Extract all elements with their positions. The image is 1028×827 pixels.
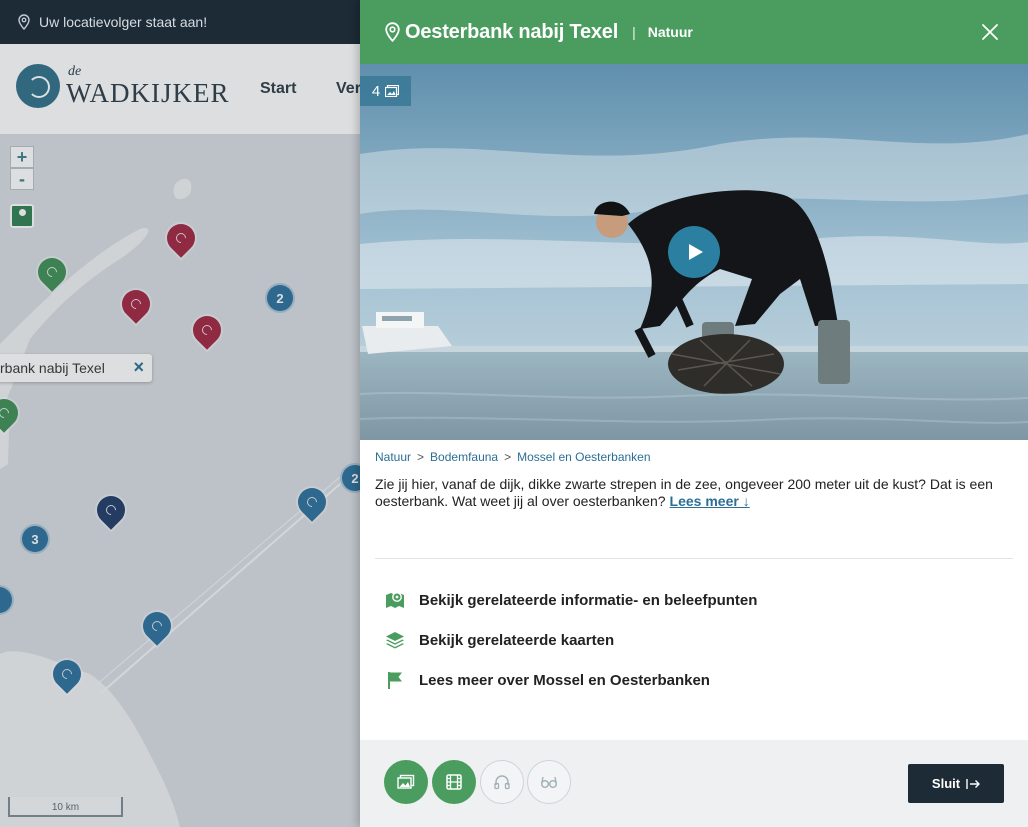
location-tracker-text: Uw locatievolger staat aan!	[39, 14, 208, 30]
close-button-label: Sluit	[931, 776, 961, 791]
location-tracker-bar: Uw locatievolger staat aan!	[0, 0, 360, 44]
image-icon	[397, 774, 415, 789]
film-icon	[446, 774, 462, 790]
related-maps-link[interactable]: Bekijk gerelateerde kaarten	[385, 620, 1005, 660]
panel-footer: Sluit	[360, 740, 1028, 827]
layers-icon	[386, 632, 404, 649]
title-separator: |	[632, 24, 636, 40]
flag-icon	[388, 672, 402, 689]
divider	[375, 558, 1013, 559]
location-pin-icon	[18, 14, 30, 30]
read-more-link[interactable]: Lees meer ↓	[670, 493, 750, 509]
related-points-label: Bekijk gerelateerde informatie- en belee…	[419, 591, 758, 609]
glasses-icon	[541, 776, 557, 788]
related-links: Bekijk gerelateerde informatie- en belee…	[385, 580, 1005, 700]
breadcrumb-separator: >	[417, 450, 425, 464]
read-more-topic-link[interactable]: Lees meer over Mossel en Oesterbanken	[385, 660, 1005, 700]
media-viewer[interactable]: 4	[360, 64, 1028, 440]
photo-count-badge[interactable]: 4	[360, 76, 411, 106]
photo-count: 4	[371, 82, 381, 100]
location-pin-icon	[385, 22, 400, 42]
background-app: Uw locatievolger staat aan! de WADKIJKER…	[0, 0, 360, 827]
modal-overlay[interactable]	[0, 44, 360, 827]
panel-header: Oesterbank nabij Texel | Natuur	[360, 0, 1028, 64]
breadcrumb-mossel-en-oesterbanken[interactable]: Mossel en Oesterbanken	[517, 450, 650, 464]
ar-view-button[interactable]	[527, 760, 571, 804]
category-label: Natuur	[647, 24, 693, 40]
breadcrumb-separator: >	[504, 450, 512, 464]
image-icon	[385, 85, 400, 97]
play-video-button[interactable]	[668, 226, 720, 278]
photos-button[interactable]	[384, 760, 428, 804]
breadcrumb-natuur[interactable]: Natuur	[375, 450, 411, 464]
close-icon[interactable]	[980, 22, 1000, 42]
panel-title: Oesterbank nabij Texel	[405, 20, 619, 43]
breadcrumb-bodemfauna[interactable]: Bodemfauna	[430, 450, 498, 464]
close-button[interactable]: Sluit	[908, 764, 1004, 803]
read-more-topic-label: Lees meer over Mossel en Oesterbanken	[419, 671, 710, 689]
exit-arrow-icon	[966, 778, 981, 789]
breadcrumb: Natuur > Bodemfauna > Mossel en Oesterba…	[375, 450, 651, 464]
description: Zie jij hier, vanaf de dijk, dikke zwart…	[375, 476, 1005, 510]
related-points-link[interactable]: Bekijk gerelateerde informatie- en belee…	[385, 580, 1005, 620]
related-maps-label: Bekijk gerelateerde kaarten	[419, 631, 615, 649]
video-button[interactable]	[432, 760, 476, 804]
headphones-icon	[494, 775, 510, 790]
detail-panel: Oesterbank nabij Texel | Natuur 4 Natuur…	[360, 0, 1028, 827]
map-pin-icon	[386, 592, 404, 608]
audio-button[interactable]	[480, 760, 524, 804]
